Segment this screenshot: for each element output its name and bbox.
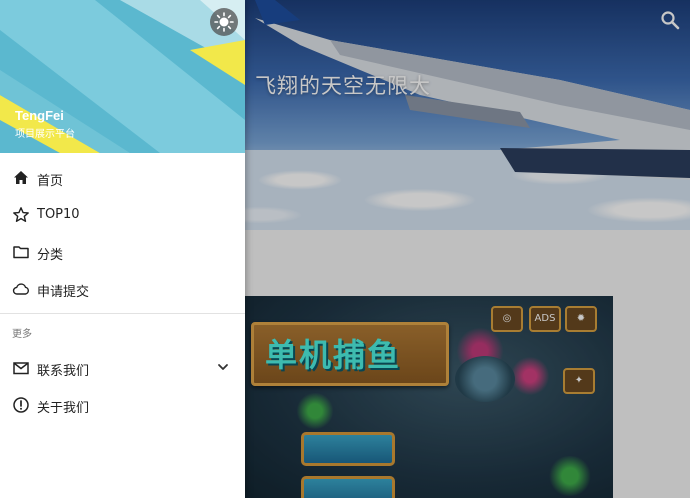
info-circle-icon bbox=[13, 397, 29, 413]
nav-item-label: 分类 bbox=[37, 248, 64, 263]
drawer-divider bbox=[0, 313, 245, 314]
nav-item-label: 申请提交 bbox=[37, 285, 90, 300]
nav-item-category[interactable]: 分类 bbox=[0, 234, 245, 271]
cloud-icon bbox=[12, 283, 29, 295]
drawer-header: TengFei 项目展示平台 bbox=[0, 0, 245, 153]
nav-item-contact[interactable]: 联系我们 bbox=[0, 350, 245, 387]
profile-subtitle: 项目展示平台 bbox=[15, 129, 75, 140]
nav-item-top10[interactable]: TOP10 bbox=[0, 197, 245, 234]
nav-item-label: 联系我们 bbox=[37, 364, 90, 379]
star-outline-icon bbox=[13, 207, 29, 223]
theme-toggle-button[interactable] bbox=[210, 8, 238, 36]
nav-item-about[interactable]: 关于我们 bbox=[0, 387, 245, 424]
mail-icon bbox=[13, 362, 29, 375]
nav-item-label: 关于我们 bbox=[37, 401, 90, 416]
chevron-down-icon[interactable] bbox=[216, 360, 230, 374]
drawer-more-nav: 联系我们 关于我们 bbox=[0, 350, 245, 424]
nav-item-label: 首页 bbox=[37, 174, 64, 189]
sun-icon bbox=[214, 12, 234, 32]
navigation-drawer: TengFei 项目展示平台 首页 TOP10 分类 申请提交 更多 联系我们 … bbox=[0, 0, 245, 498]
nav-item-submit[interactable]: 申请提交 bbox=[0, 271, 245, 308]
profile-name: TengFei bbox=[15, 108, 64, 123]
home-icon bbox=[14, 171, 28, 184]
nav-item-home[interactable]: 首页 bbox=[0, 160, 245, 197]
drawer-main-nav: 首页 TOP10 分类 申请提交 bbox=[0, 160, 245, 308]
drawer-section-label: 更多 bbox=[12, 329, 32, 340]
nav-item-label: TOP10 bbox=[37, 207, 80, 222]
folder-icon bbox=[13, 246, 29, 259]
